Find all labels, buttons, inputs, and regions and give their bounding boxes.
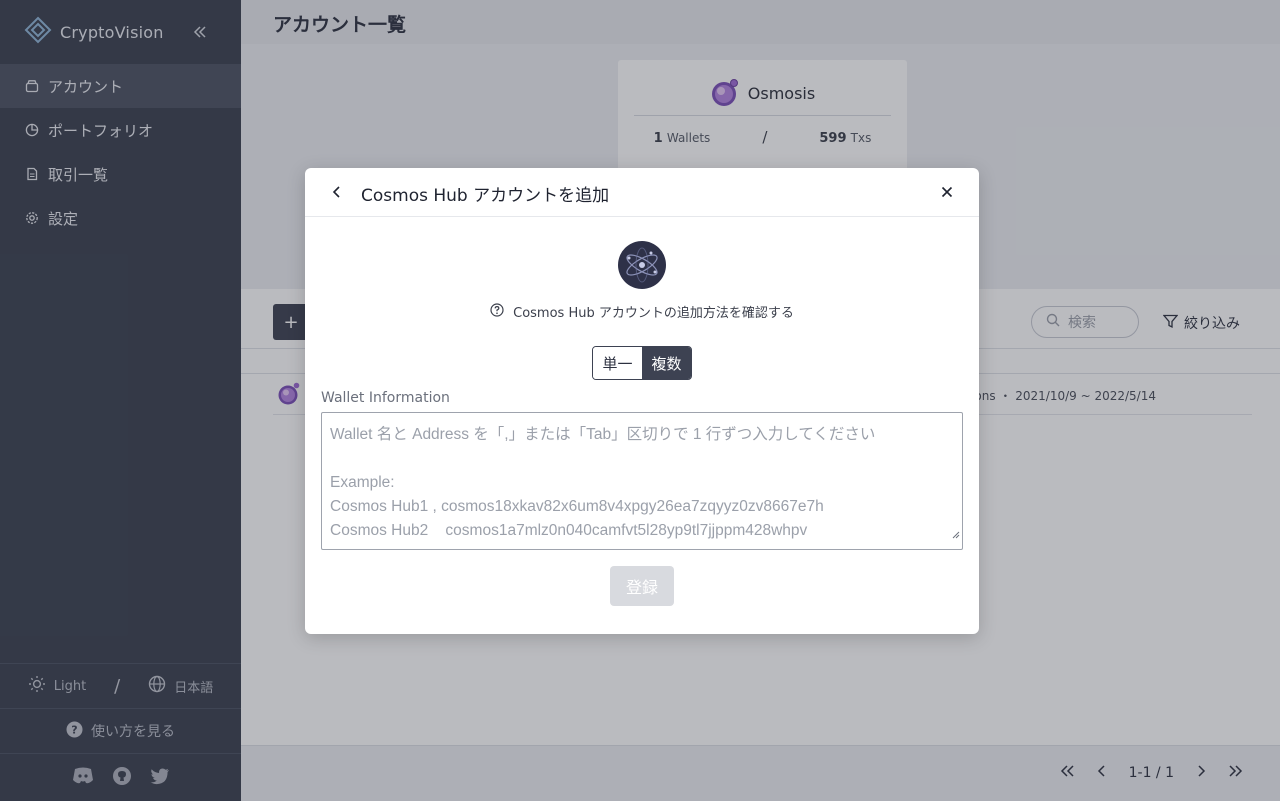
modal-title: Cosmos Hub アカウントを追加 xyxy=(361,186,610,206)
multiple-mode-button[interactable]: 複数 xyxy=(642,347,691,379)
help-link[interactable]: Cosmos Hub アカウントの追加方法を確認する xyxy=(305,302,979,321)
help-text: Cosmos Hub アカウントの追加方法を確認する xyxy=(513,306,794,321)
register-button[interactable]: 登録 xyxy=(610,566,674,606)
placeholder-line: Cosmos Hub1 , cosmos18xkav82x6um8v4xpgy2… xyxy=(330,498,824,515)
add-account-modal: Cosmos Hub アカウントを追加 Cosmos Hub アカウントの追加方… xyxy=(305,168,979,634)
resize-handle-icon[interactable] xyxy=(952,523,960,547)
placeholder-line: Wallet 名と Address を「,」または「Tab」区切りで 1 行ずつ… xyxy=(330,426,876,443)
field-label: Wallet Information xyxy=(321,390,450,406)
placeholder-line xyxy=(330,447,954,471)
single-mode-button[interactable]: 単一 xyxy=(593,347,642,379)
close-icon[interactable] xyxy=(937,182,957,202)
wallet-information-textarea[interactable]: Wallet 名と Address を「,」または「Tab」区切りで 1 行ずつ… xyxy=(321,412,963,550)
cosmos-hub-logo-icon xyxy=(618,241,666,293)
modal-header: Cosmos Hub アカウントを追加 xyxy=(305,168,979,217)
back-icon[interactable] xyxy=(327,182,347,202)
placeholder-line: Example: xyxy=(330,474,395,491)
placeholder-line: Cosmos Hub2 cosmos1a7mlz0n040camfvt5l28y… xyxy=(330,522,808,539)
question-circle-icon xyxy=(490,302,504,321)
input-mode-toggle: 単一 複数 xyxy=(592,346,692,380)
